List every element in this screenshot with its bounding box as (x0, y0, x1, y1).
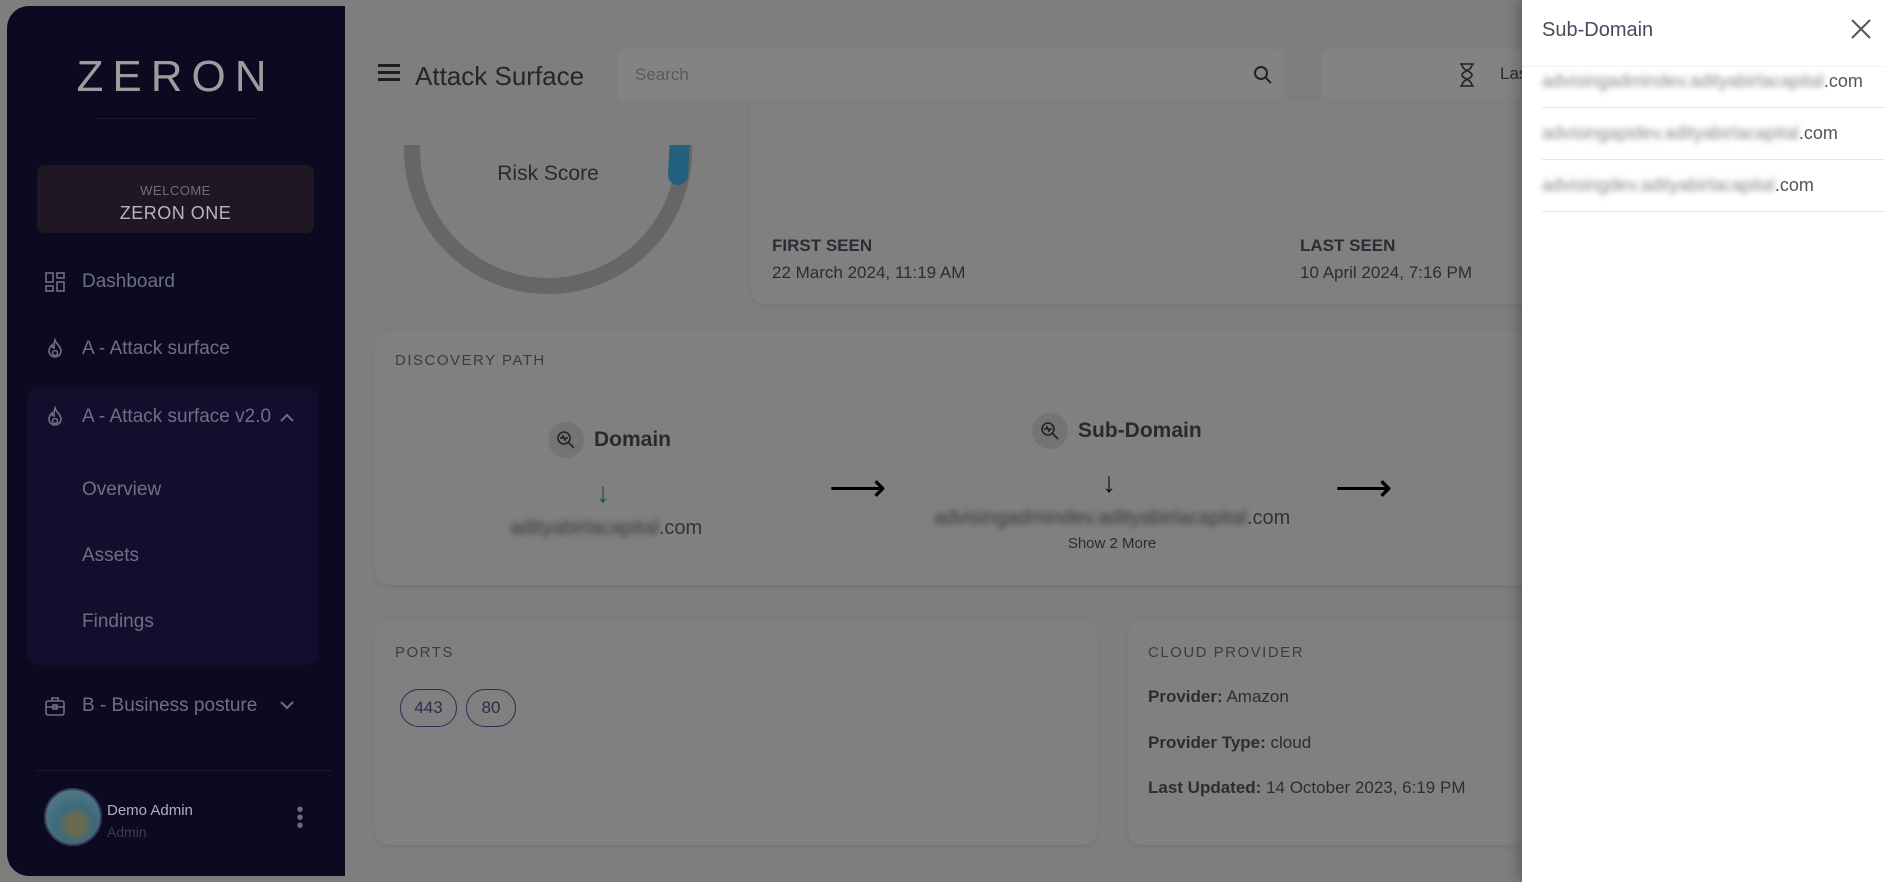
flame-icon (48, 338, 62, 358)
arrow-right-icon: ⟶ (829, 466, 887, 510)
provider-row: Provider: Amazon (1148, 687, 1289, 706)
risk-score-label: Risk Score (497, 162, 599, 185)
org-name: ZERON ONE (119, 203, 232, 223)
port-chip[interactable]: 443 (400, 689, 457, 727)
sidebar-item-label: Overview (82, 479, 162, 500)
sidebar-item-label: A - Attack surface v2.0 (82, 406, 272, 427)
arrow-right-icon: ⟶ (1335, 466, 1393, 510)
section-title: PORTS (395, 644, 454, 661)
logo: ZERON (76, 52, 276, 101)
user-name: Demo Admin (107, 802, 193, 819)
more-vertical-icon[interactable]: • • • (295, 800, 305, 836)
search-bar (617, 49, 1284, 100)
provider-type-row: Provider Type: cloud (1148, 733, 1312, 752)
drawer-title: Sub-Domain (1542, 19, 1654, 41)
sidebar-subitem-overview[interactable]: Overview (7, 470, 345, 510)
node-type: Domain (594, 428, 672, 451)
discovery-node-subdomain-header: Sub-Domain (1032, 413, 1202, 449)
arrow-down-icon: ↓ (1102, 467, 1116, 498)
sidebar-item-label: Assets (82, 545, 140, 566)
grid-icon (45, 272, 65, 292)
last-seen-value: 10 April 2024, 7:16 PM (1300, 263, 1473, 282)
page-title: Attack Surface (415, 61, 585, 91)
sidebar-subitem-findings[interactable]: Findings (7, 602, 345, 642)
flame-icon (48, 406, 62, 426)
subdomain-value[interactable]: advisingadmindev.adityabirlacapital.com (912, 507, 1312, 530)
sidebar-item-attack-surface[interactable]: A - Attack surface (7, 329, 345, 369)
first-seen-value: 22 March 2024, 11:19 AM (772, 263, 966, 282)
sidebar: ZERON WELCOME ZERON ONE Dashboard A - At… (7, 6, 345, 876)
sidebar-item-dashboard[interactable]: Dashboard (7, 262, 345, 302)
sidebar-item-label: B - Business posture (82, 695, 258, 716)
sidebar-item-label: Findings (82, 611, 154, 632)
sidebar-item-attack-surface-v2[interactable]: A - Attack surface v2.0 (7, 397, 345, 437)
list-item[interactable]: advisingapidev.adityabirlacapital .com (1542, 108, 1885, 160)
close-icon[interactable] (1848, 16, 1874, 42)
list-item[interactable]: advisingdev.adityabirlacapital .com (1542, 160, 1885, 212)
user-role: Admin (107, 824, 147, 840)
first-seen-label: FIRST SEEN (772, 236, 873, 255)
discovery-path-card: DISCOVERY PATH Domain ↓ adityabirlacapit… (375, 331, 1555, 585)
port-chip[interactable]: 80 (466, 689, 516, 727)
discovery-node-domain-header: Domain (548, 422, 671, 458)
welcome-label: WELCOME (140, 183, 211, 198)
risk-score-gauge: Risk Score (395, 145, 705, 305)
briefcase-icon (45, 697, 65, 716)
ports-card: PORTS 443 80 (375, 620, 1097, 845)
sidebar-subitem-assets[interactable]: Assets (7, 536, 345, 576)
list-item[interactable]: advisingadmindev.adityabirlacapital .com (1542, 56, 1885, 108)
arrow-down-icon: ↓ (596, 477, 610, 508)
node-type: Sub-Domain (1078, 419, 1202, 442)
sidebar-item-label: A - Attack surface (82, 338, 230, 359)
divider (37, 770, 332, 771)
search-input[interactable] (617, 49, 1217, 100)
divider (96, 118, 256, 119)
avatar[interactable] (44, 788, 102, 846)
section-title: DISCOVERY PATH (395, 352, 546, 369)
search-icon[interactable] (1253, 65, 1273, 85)
last-seen-label: LAST SEEN (1300, 236, 1396, 255)
chevron-down-icon[interactable] (279, 701, 295, 711)
section-title: CLOUD PROVIDER (1148, 644, 1305, 661)
domain-value[interactable]: adityabirlacapital.com (506, 517, 706, 540)
chevron-up-icon[interactable] (279, 412, 295, 422)
last-updated-row: Last Updated: 14 October 2023, 6:19 PM (1148, 778, 1466, 797)
welcome-card: WELCOME ZERON ONE (37, 165, 314, 233)
sidebar-item-business-posture[interactable]: B - Business posture (7, 686, 345, 726)
hourglass-icon (1460, 63, 1474, 87)
seen-card: FIRST SEEN 22 March 2024, 11:19 AM LAST … (751, 100, 1551, 304)
menu-icon[interactable] (378, 64, 400, 82)
subdomain-drawer: Sub-Domain advisingadmindev.adityabirlac… (1522, 0, 1885, 882)
search-activity-icon (548, 422, 584, 458)
search-activity-icon (1032, 413, 1068, 449)
cloud-provider-card: CLOUD PROVIDER Provider: Amazon Provider… (1128, 620, 1558, 845)
show-more-link[interactable]: Show 2 More (1012, 535, 1212, 552)
sidebar-item-label: Dashboard (82, 271, 175, 292)
